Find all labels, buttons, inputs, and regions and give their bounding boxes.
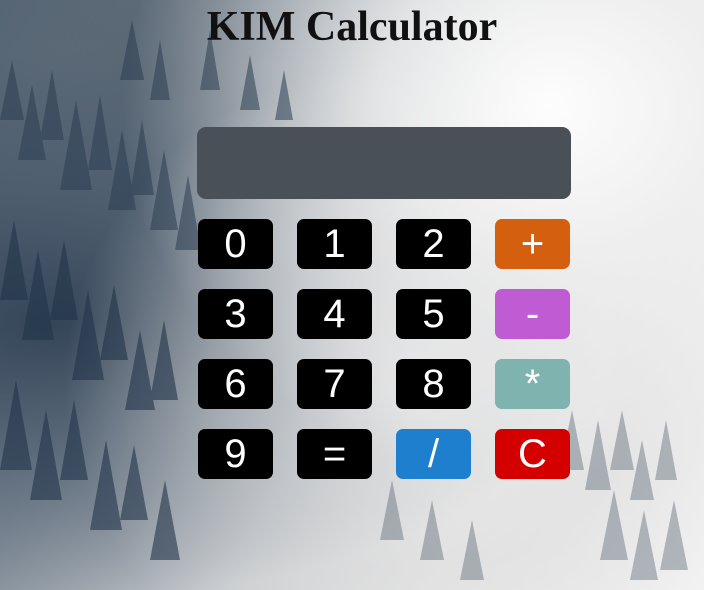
multiply-button[interactable]: * — [495, 359, 570, 409]
digit-6-button[interactable]: 6 — [198, 359, 273, 409]
page-title: KIM Calculator — [206, 4, 498, 50]
minus-button[interactable]: - — [495, 289, 570, 339]
digit-1-button[interactable]: 1 — [297, 219, 372, 269]
digit-8-button[interactable]: 8 — [396, 359, 471, 409]
digit-4-button[interactable]: 4 — [297, 289, 372, 339]
calculator-display — [197, 127, 571, 199]
divide-button[interactable]: / — [396, 429, 471, 479]
digit-3-button[interactable]: 3 — [198, 289, 273, 339]
equals-button[interactable]: = — [297, 429, 372, 479]
digit-0-button[interactable]: 0 — [198, 219, 273, 269]
digit-5-button[interactable]: 5 — [396, 289, 471, 339]
digit-2-button[interactable]: 2 — [396, 219, 471, 269]
clear-button[interactable]: C — [495, 429, 570, 479]
plus-button[interactable]: + — [495, 219, 570, 269]
digit-9-button[interactable]: 9 — [198, 429, 273, 479]
digit-7-button[interactable]: 7 — [297, 359, 372, 409]
